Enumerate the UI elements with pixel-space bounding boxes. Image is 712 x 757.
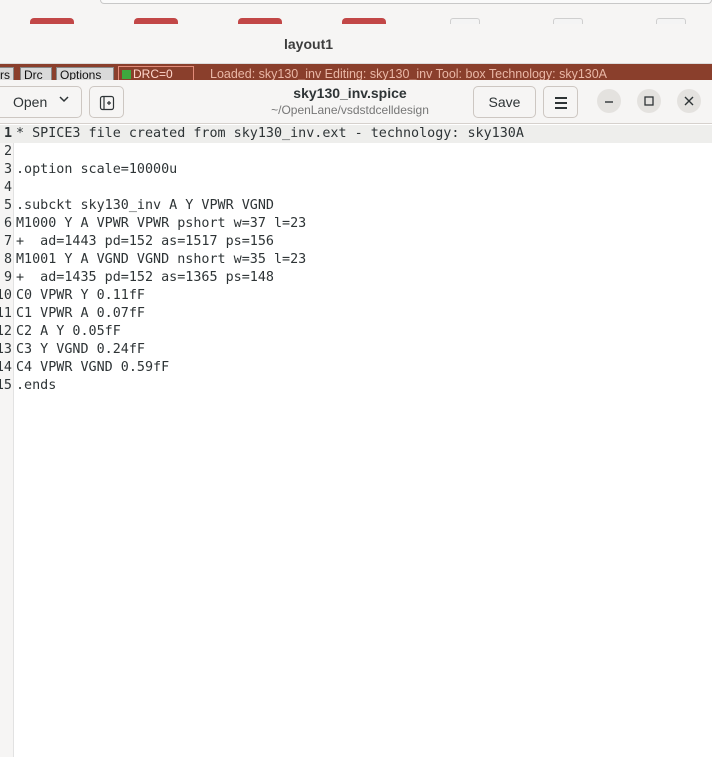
line-number: 13 xyxy=(0,342,12,357)
new-tab-icon xyxy=(99,95,115,111)
code-line[interactable]: 12 C2 A Y 0.05fF xyxy=(0,323,712,341)
line-number: 2 xyxy=(3,144,12,159)
open-button-label: Open xyxy=(13,94,48,110)
line-number: 5 xyxy=(3,198,12,213)
code-text: .subckt sky130_inv A Y VPWR VGND xyxy=(16,198,274,213)
magic-status-text: Loaded: sky130_inv Editing: sky130_inv T… xyxy=(210,67,608,81)
code-line[interactable]: 2 xyxy=(0,143,712,161)
code-text: + ad=1443 pd=152 as=1517 ps=156 xyxy=(16,234,274,249)
code-text: C3 Y VGND 0.24fF xyxy=(16,342,145,357)
code-line[interactable]: 1 * SPICE3 file created from sky130_inv.e… xyxy=(0,125,712,143)
line-number: 8 xyxy=(3,252,12,267)
document-path: ~/OpenLane/vsdstdcelldesign xyxy=(271,103,429,117)
line-number: 11 xyxy=(0,306,12,321)
code-text: C4 VPWR VGND 0.59fF xyxy=(16,360,170,375)
code-line[interactable]: 5 .subckt sky130_inv A Y VPWR VGND xyxy=(0,197,712,215)
background-toolbar xyxy=(0,0,712,24)
code-text: .ends xyxy=(16,378,57,393)
code-line[interactable]: 11 C1 VPWR A 0.07fF xyxy=(0,305,712,323)
line-number: 12 xyxy=(0,324,12,339)
document-title-block: sky130_inv.spice ~/OpenLane/vsdstdcellde… xyxy=(220,85,480,117)
maximize-button[interactable] xyxy=(637,89,661,113)
document-title: sky130_inv.spice xyxy=(293,85,407,101)
hamburger-menu-icon xyxy=(555,97,567,99)
line-number: 7 xyxy=(3,234,12,249)
check-icon xyxy=(122,70,131,79)
background-window-titlebar: layout1 xyxy=(0,24,712,64)
hamburger-menu-icon-bar xyxy=(555,107,567,109)
code-text: C0 VPWR Y 0.11fF xyxy=(16,288,145,303)
line-number: 6 xyxy=(3,216,12,231)
code-line[interactable]: 9 + ad=1435 pd=152 as=1365 ps=148 xyxy=(0,269,712,287)
header-bar: Open sky130_inv.spice ~/OpenLane/vsdstdc… xyxy=(0,80,712,124)
code-text: .option scale=10000u xyxy=(16,162,178,177)
background-path-bar xyxy=(100,0,712,4)
code-line[interactable]: 14 C4 VPWR VGND 0.59fF xyxy=(0,359,712,377)
minimize-button[interactable] xyxy=(597,89,621,113)
code-line[interactable]: 7 + ad=1443 pd=152 as=1517 ps=156 xyxy=(0,233,712,251)
drc-indicator-label: DRC=0 xyxy=(133,67,173,81)
code-text: C1 VPWR A 0.07fF xyxy=(16,306,145,321)
code-text: * SPICE3 file created from sky130_inv.ex… xyxy=(16,126,524,141)
background-window-title: layout1 xyxy=(284,36,334,52)
line-number: 3 xyxy=(3,162,12,177)
save-button[interactable]: Save xyxy=(473,86,536,118)
chevron-down-icon xyxy=(59,94,69,107)
code-text: M1001 Y A VGND VGND nshort w=35 l=23 xyxy=(16,252,307,267)
code-text: C2 A Y 0.05fF xyxy=(16,324,121,339)
close-icon xyxy=(684,96,694,106)
hamburger-menu-icon-bar xyxy=(555,102,567,104)
code-line[interactable]: 3 .option scale=10000u xyxy=(0,161,712,179)
line-number: 10 xyxy=(0,288,12,303)
code-text: + ad=1435 pd=152 as=1365 ps=148 xyxy=(16,270,274,285)
code-line[interactable]: 4 xyxy=(0,179,712,197)
code-line[interactable]: 10 C0 VPWR Y 0.11fF xyxy=(0,287,712,305)
open-button[interactable]: Open xyxy=(0,86,82,118)
close-button[interactable] xyxy=(677,89,701,113)
code-line[interactable]: 6 M1000 Y A VPWR VPWR pshort w=37 l=23 xyxy=(0,215,712,233)
minimize-icon xyxy=(605,101,613,103)
code-line[interactable]: 8 M1001 Y A VGND VGND nshort w=35 l=23 xyxy=(0,251,712,269)
line-number: 15 xyxy=(0,378,12,393)
line-number: 1 xyxy=(3,126,12,141)
line-number: 14 xyxy=(0,360,12,375)
text-editor-window: Open sky130_inv.spice ~/OpenLane/vsdstdc… xyxy=(0,80,712,757)
hamburger-menu-button[interactable] xyxy=(543,86,578,118)
code-line[interactable]: 15 .ends xyxy=(0,377,712,395)
code-text: M1000 Y A VPWR VPWR pshort w=37 l=23 xyxy=(16,216,307,231)
line-number: 4 xyxy=(3,180,12,195)
maximize-icon xyxy=(644,96,654,106)
new-tab-button[interactable] xyxy=(89,86,124,118)
code-line[interactable]: 13 C3 Y VGND 0.24fF xyxy=(0,341,712,359)
line-number: 9 xyxy=(3,270,12,285)
text-area[interactable]: 1 * SPICE3 file created from sky130_inv.e… xyxy=(0,125,712,757)
